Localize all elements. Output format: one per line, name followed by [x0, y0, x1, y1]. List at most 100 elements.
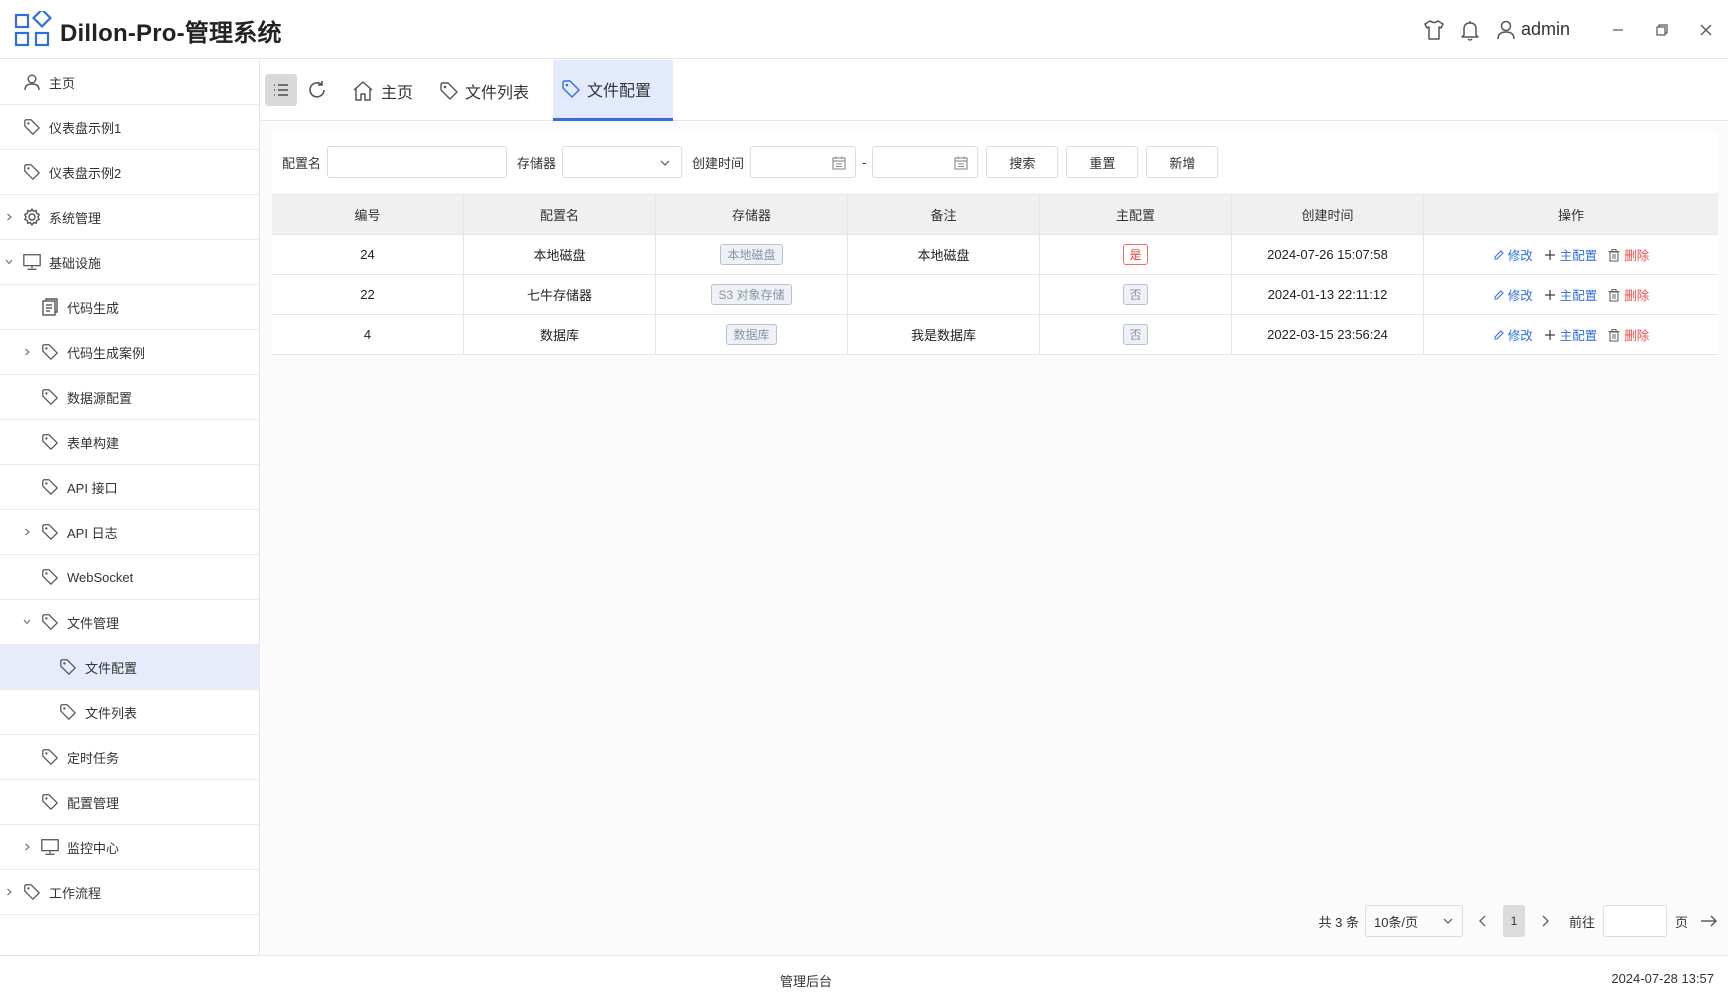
sidebar-item[interactable]: 数据源配置: [0, 375, 259, 420]
page-number-current[interactable]: 1: [1502, 905, 1525, 937]
tag-icon: [58, 657, 78, 677]
tag-icon: [40, 522, 60, 542]
column-header: 创建时间: [1232, 195, 1424, 234]
bell-icon[interactable]: [1457, 17, 1483, 43]
sidebar-item[interactable]: 主页: [0, 60, 259, 105]
tag-icon: [40, 342, 60, 362]
table-cell: [848, 275, 1040, 314]
next-page-button[interactable]: [1539, 914, 1551, 928]
chevron-right-icon[interactable]: [22, 842, 32, 852]
sidebar-item[interactable]: 系统管理: [0, 195, 259, 240]
created-time-label: 创建时间: [692, 155, 745, 171]
column-header: 主配置: [1040, 195, 1232, 234]
cell-remark: 本地磁盘: [917, 248, 970, 263]
tab-file-config[interactable]: 文件配置: [553, 60, 673, 121]
end-date-input[interactable]: [872, 146, 979, 178]
user-name[interactable]: admin: [1521, 19, 1570, 40]
goto-page-input[interactable]: [1602, 905, 1667, 937]
column-header: 编号: [272, 195, 464, 234]
date-separator: -: [862, 154, 867, 170]
storage-tag: 本地磁盘: [720, 244, 783, 265]
sidebar-item-label: 工作流程: [49, 885, 102, 901]
restore-button[interactable]: [1640, 0, 1684, 59]
chevron-down-icon[interactable]: [22, 617, 32, 627]
master-badge: 否: [1123, 284, 1148, 305]
tab-home-label: 主页: [381, 84, 414, 102]
sidebar-item[interactable]: WebSocket: [0, 555, 259, 600]
chevron-down-icon[interactable]: [4, 257, 14, 267]
edit-button[interactable]: 修改: [1493, 285, 1533, 304]
user-avatar-icon[interactable]: [1493, 17, 1519, 43]
prev-page-button[interactable]: [1477, 914, 1489, 928]
storage-select[interactable]: [562, 146, 683, 178]
edit-button[interactable]: 修改: [1493, 245, 1533, 264]
sidebar-item[interactable]: 文件配置: [0, 645, 259, 690]
column-header: 备注: [848, 195, 1040, 234]
tab-home[interactable]: 主页: [345, 60, 419, 121]
trash-icon: [1607, 248, 1624, 262]
column-header: 配置名: [464, 195, 656, 234]
table-cell: 是: [1040, 235, 1232, 274]
monitor-icon: [22, 252, 42, 272]
set-master-button[interactable]: 主配置: [1543, 285, 1597, 304]
set-master-label: 主配置: [1559, 329, 1598, 343]
set-master-button[interactable]: 主配置: [1543, 325, 1598, 344]
goto-label: 前往: [1568, 914, 1595, 930]
sidebar-item[interactable]: 仪表盘示例1: [0, 105, 259, 150]
goto-arrow-icon[interactable]: [1700, 914, 1718, 928]
close-button[interactable]: [1684, 0, 1728, 59]
theme-shirt-icon[interactable]: [1421, 17, 1447, 43]
tag-icon: [40, 747, 60, 767]
sidebar-item-label: 基础设施: [49, 255, 102, 271]
config-name-input[interactable]: [327, 146, 508, 178]
tab-file-list[interactable]: 文件列表: [433, 60, 535, 121]
delete-button[interactable]: 删除: [1607, 285, 1649, 304]
sidebar-item-label: API 接口: [67, 480, 118, 496]
search-button[interactable]: 搜索: [986, 146, 1059, 178]
sidebar-item-label: 主页: [49, 75, 76, 91]
menu-toggle-button[interactable]: [265, 74, 297, 106]
storage-label: 存储器: [517, 155, 557, 171]
reset-button[interactable]: 重置: [1066, 146, 1139, 178]
sidebar-item-label: API 日志: [67, 525, 118, 541]
pagination-total: 共 3 条: [1318, 914, 1359, 930]
cell-id: 4: [363, 327, 372, 342]
delete-button[interactable]: 删除: [1607, 245, 1649, 264]
sidebar-item[interactable]: 监控中心: [0, 825, 259, 870]
calendar-icon: [954, 156, 968, 170]
sidebar-item[interactable]: 基础设施: [0, 240, 259, 285]
sidebar-item[interactable]: 定时任务: [0, 735, 259, 780]
table-row: 4 数据库 数据库 我是数据库 否 2022-03-15 23:56:24 修改 主配置 删除: [272, 315, 1718, 355]
page-suffix-label: 页: [1674, 914, 1688, 930]
sidebar-item[interactable]: 代码生成: [0, 285, 259, 330]
document-icon: [40, 297, 60, 317]
sidebar-item[interactable]: API 日志: [0, 510, 259, 555]
delete-button[interactable]: 删除: [1607, 325, 1649, 344]
chevron-right-icon[interactable]: [22, 347, 32, 357]
sidebar-item[interactable]: 代码生成案例: [0, 330, 259, 375]
minimize-button[interactable]: [1596, 0, 1640, 59]
sidebar-item[interactable]: API 接口: [0, 465, 259, 510]
sidebar-item[interactable]: 表单构建: [0, 420, 259, 465]
chevron-right-icon[interactable]: [4, 212, 14, 222]
page-size-select[interactable]: 10条/页: [1364, 905, 1463, 937]
chevron-right-icon[interactable]: [22, 527, 32, 537]
sidebar-item[interactable]: 仪表盘示例2: [0, 150, 259, 195]
sidebar-item-label: 监控中心: [67, 840, 120, 856]
start-date-input[interactable]: [750, 146, 857, 178]
set-master-button[interactable]: 主配置: [1543, 245, 1597, 264]
cell-id: 22: [360, 287, 375, 302]
add-button[interactable]: 新增: [1146, 146, 1219, 178]
sidebar-item[interactable]: 文件管理: [0, 600, 259, 645]
sidebar-item-label: 文件列表: [85, 705, 138, 721]
chevron-right-icon[interactable]: [4, 887, 14, 897]
column-header: 操作: [1557, 208, 1584, 223]
sidebar-item[interactable]: 工作流程: [0, 870, 259, 915]
cell-remark: 我是数据库: [910, 328, 976, 343]
refresh-button[interactable]: [301, 74, 333, 106]
edit-button[interactable]: 修改: [1493, 325, 1533, 344]
master-badge: 是: [1123, 244, 1148, 265]
sidebar-item[interactable]: 文件列表: [0, 690, 259, 735]
sidebar-item[interactable]: 配置管理: [0, 780, 259, 825]
tag-icon: [40, 567, 60, 587]
